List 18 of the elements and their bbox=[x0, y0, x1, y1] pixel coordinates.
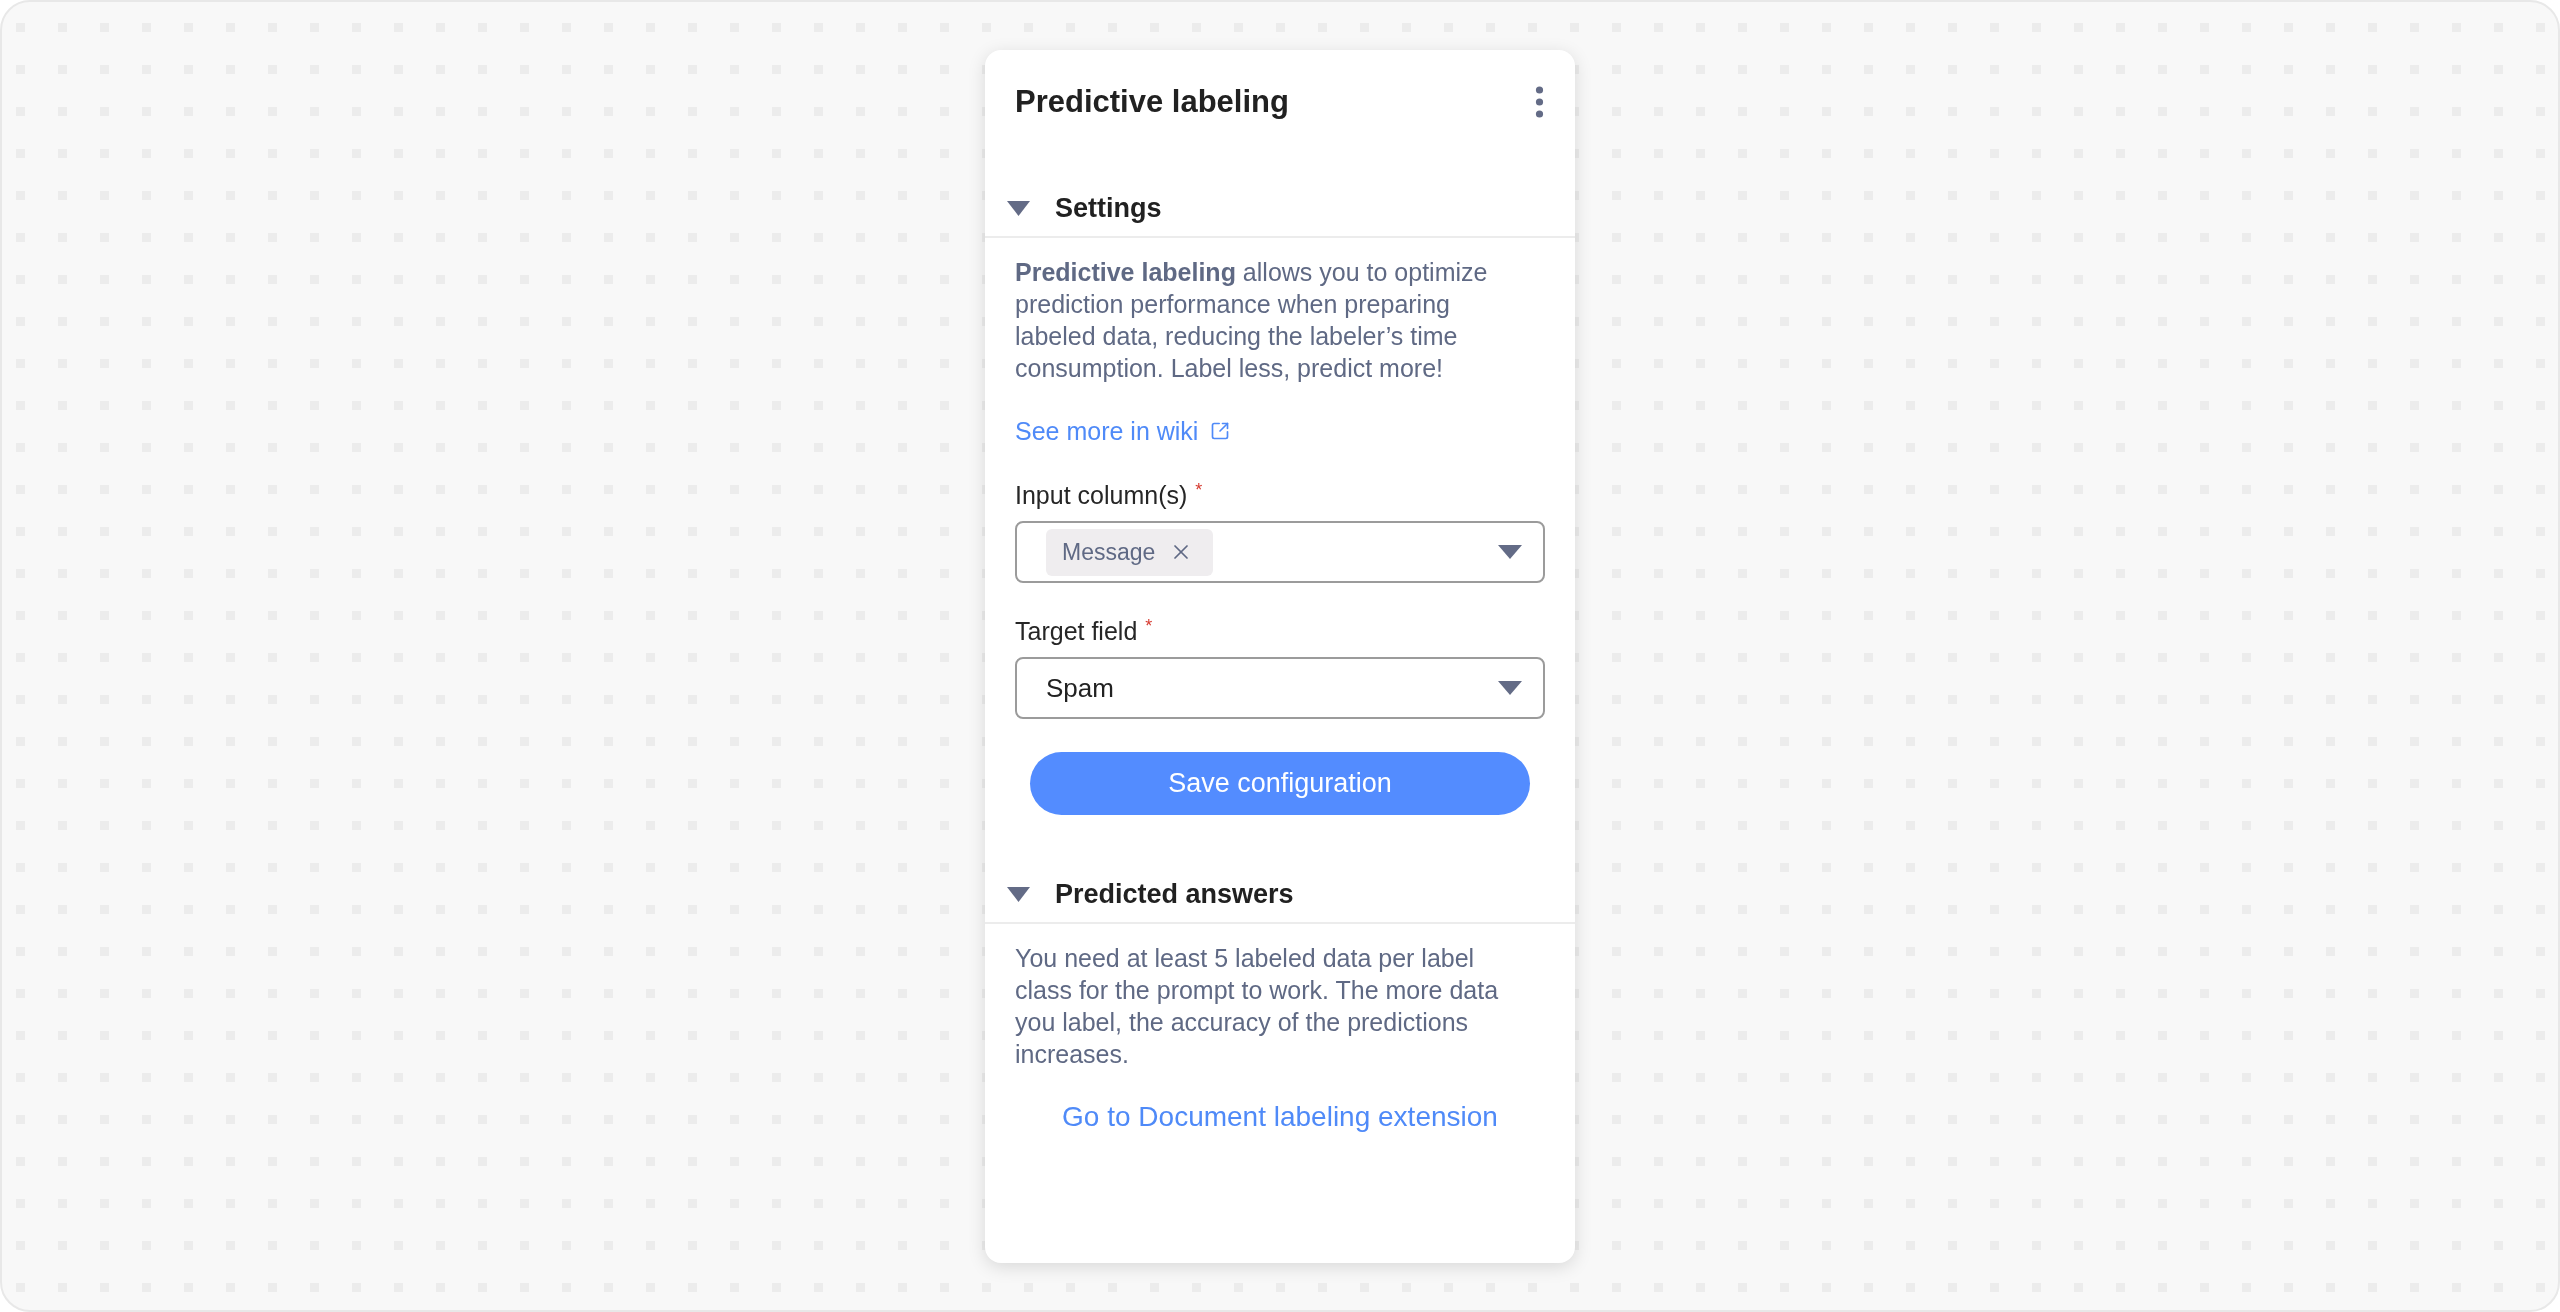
description-text: Predictive labeling allows you to optimize prediction performance when preparing labeled data, reducing the labeler’s time consumption. Label less, predict more! bbox=[1015, 257, 1489, 384]
field-label: Input column(s) bbox=[1015, 480, 1188, 511]
kebab-menu-icon[interactable] bbox=[1535, 86, 1544, 118]
field-label: Target field bbox=[1015, 616, 1138, 647]
panel-title: Predictive labeling bbox=[1015, 82, 1289, 121]
extension-link[interactable]: Go to Document labeling extension bbox=[1062, 1099, 1498, 1135]
caret-down-icon bbox=[1498, 681, 1522, 695]
required-mark: * bbox=[1145, 617, 1153, 635]
tag-chip[interactable]: Message bbox=[1046, 528, 1214, 576]
dropdown-field[interactable]: Spam bbox=[1015, 657, 1545, 719]
description-text: You need at least 5 labeled data per label class for the prompt to work. The more data you label, the accuracy of the predictions increases. bbox=[1015, 943, 1500, 1070]
save-button[interactable]: Save configuration bbox=[1030, 752, 1530, 815]
wiki-link[interactable]: See more in wiki bbox=[1015, 415, 1231, 447]
caret-down-icon bbox=[1498, 545, 1522, 559]
required-mark: * bbox=[1195, 481, 1203, 499]
section-header[interactable]: Settings bbox=[1007, 187, 1162, 229]
section-header[interactable]: Predicted answers bbox=[1007, 873, 1294, 915]
multi-select-field[interactable]: Message bbox=[1015, 521, 1545, 583]
